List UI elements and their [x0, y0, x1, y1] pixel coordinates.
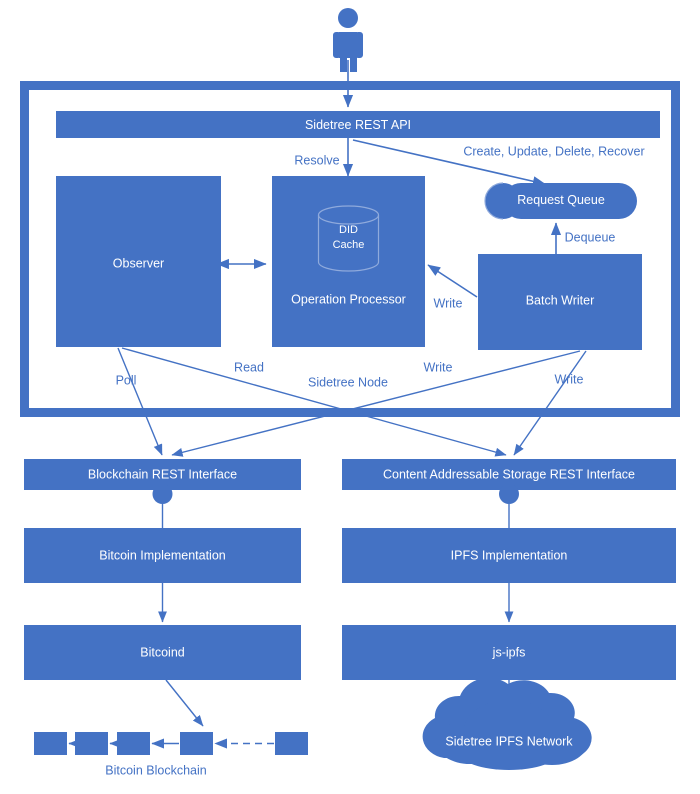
- edge-label-write-processor: Write: [434, 296, 463, 310]
- bitcoin-implementation-label: Bitcoin Implementation: [99, 548, 226, 562]
- edge-poll: [117, 347, 163, 456]
- diagram-canvas: Sidetree REST API Resolve Create, Update…: [20, 8, 680, 777]
- blockchain-block: [275, 732, 308, 755]
- edge-label-dequeue: Dequeue: [565, 230, 616, 244]
- batch-writer-label: Batch Writer: [526, 293, 595, 307]
- bitcoin-blockchain-caption: Bitcoin Blockchain: [105, 763, 206, 777]
- blockchain-block: [34, 732, 67, 755]
- operation-processor-box[interactable]: [272, 176, 425, 347]
- edge-label-crud: Create, Update, Delete, Recover: [463, 144, 644, 158]
- edge-label-write-cas: Write: [555, 372, 584, 386]
- blockchain-block: [180, 732, 213, 755]
- operation-processor-label: Operation Processor: [291, 292, 406, 306]
- ipfs-implementation-label: IPFS Implementation: [451, 548, 568, 562]
- bitcoin-blockchain-group: [34, 732, 308, 755]
- edge-write-cas: [513, 350, 587, 456]
- request-queue-label: Request Queue: [517, 193, 605, 207]
- sidetree-node-caption: Sidetree Node: [308, 375, 388, 389]
- cas-interface-connector-icon: [499, 484, 519, 504]
- blockchain-block: [75, 732, 108, 755]
- ipfs-network-label: Sidetree IPFS Network: [445, 734, 573, 748]
- blockchain-interface-connector-icon: [152, 484, 173, 504]
- did-cache-label-line2: Cache: [333, 239, 365, 251]
- observer-label: Observer: [113, 256, 164, 270]
- architecture-diagram: Sidetree REST API Resolve Create, Update…: [0, 0, 700, 794]
- ipfs-network-cloud: [422, 677, 592, 770]
- edge-label-read: Read: [234, 360, 264, 374]
- blockchain-rest-interface-label: Blockchain REST Interface: [88, 467, 237, 481]
- sidetree-rest-api-label: Sidetree REST API: [305, 118, 411, 132]
- edge-bitcoind-to-blockchain: [165, 679, 204, 727]
- edge-write-to-processor: [427, 264, 478, 298]
- did-cache-label-line1: DID: [339, 224, 358, 236]
- edge-label-resolve: Resolve: [294, 153, 339, 167]
- js-ipfs-label: js-ipfs: [492, 645, 526, 659]
- cas-rest-interface-label: Content Addressable Storage REST Interfa…: [383, 467, 635, 481]
- blockchain-block: [117, 732, 150, 755]
- edge-label-poll: Poll: [116, 373, 137, 387]
- edge-label-write-blockchain: Write: [424, 360, 453, 374]
- bitcoind-label: Bitcoind: [140, 645, 185, 659]
